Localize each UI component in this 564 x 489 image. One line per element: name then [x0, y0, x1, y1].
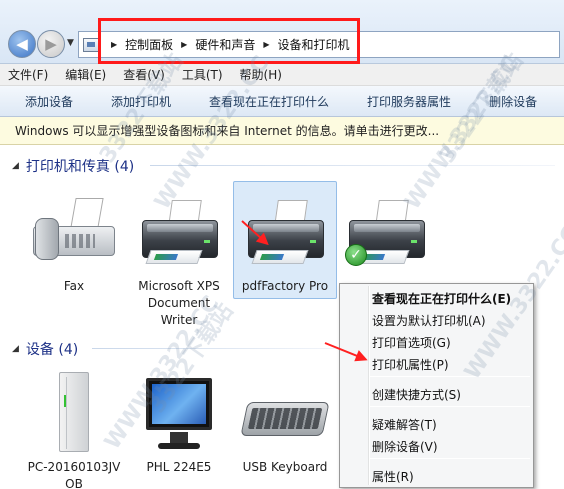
ctx-remove-device[interactable]: 删除设备(V)	[372, 438, 438, 455]
devices-group-header[interactable]: ◢ 设备 (4)	[12, 339, 78, 359]
ctx-troubleshoot[interactable]: 疑难解答(T)	[372, 416, 437, 433]
print-server-properties-button[interactable]: 打印服务器属性	[348, 93, 470, 110]
default-checkmark-icon: ✓	[345, 244, 367, 266]
keyboard-icon	[240, 372, 330, 456]
address-bar-area: ◀ ▶ ▼ ▶ 控制面板 ▶ 硬件和声音 ▶ 设备和打印机	[0, 0, 564, 64]
menu-separator	[370, 458, 530, 459]
red-highlight-box	[98, 18, 360, 64]
add-device-button[interactable]: 添加设备	[6, 93, 92, 110]
collapse-triangle-icon[interactable]: ◢	[12, 161, 19, 171]
ctx-printer-properties[interactable]: 打印机属性(P)	[372, 356, 449, 373]
device-label: PC-20160103JV OB	[27, 460, 121, 489]
forward-arrow-icon: ▶	[45, 35, 57, 53]
menu-file[interactable]: 文件(F)	[8, 66, 48, 83]
group-divider	[150, 165, 555, 166]
printer-icon	[134, 196, 224, 268]
ctx-set-default-printer[interactable]: 设置为默认打印机(A)	[372, 312, 486, 329]
menu-separator	[370, 376, 530, 377]
devices-group-title: 设备 (4)	[25, 342, 79, 358]
ctx-see-whats-printing[interactable]: 查看现在正在打印什么(E)	[372, 290, 511, 307]
recent-pages-dropdown-icon[interactable]: ▼	[67, 38, 74, 48]
device-label: PHL 224E5	[146, 460, 212, 474]
device-label: Fax	[63, 279, 85, 293]
menu-separator	[370, 406, 530, 407]
ctx-printing-preferences[interactable]: 打印首选项(G)	[372, 334, 451, 351]
device-label: USB Keyboard	[242, 460, 328, 474]
forward-button[interactable]: ▶	[37, 30, 65, 58]
device-fax[interactable]: Fax	[26, 196, 122, 295]
fax-icon	[29, 196, 119, 268]
device-keyboard[interactable]: USB Keyboard	[237, 372, 333, 476]
menu-edit[interactable]: 编辑(E)	[65, 66, 106, 83]
ctx-create-shortcut[interactable]: 创建快捷方式(S)	[372, 386, 461, 403]
collapse-triangle-icon[interactable]: ◢	[12, 344, 19, 354]
device-label: pdfFactory Pro	[241, 279, 329, 293]
back-arrow-icon: ◀	[16, 35, 28, 53]
ctx-properties[interactable]: 属性(R)	[372, 468, 414, 485]
device-pdffactory-pro[interactable]: pdfFactory Pro	[233, 181, 337, 299]
menu-tools[interactable]: 工具(T)	[182, 66, 223, 83]
control-panel-icon	[83, 37, 99, 52]
back-button[interactable]: ◀	[8, 30, 36, 58]
